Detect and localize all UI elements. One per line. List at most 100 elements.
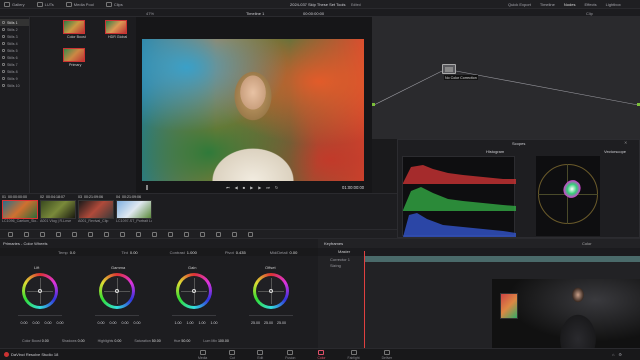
blur-icon[interactable] [200, 232, 205, 237]
color-wheel-offset[interactable] [253, 273, 289, 309]
video-frame[interactable] [142, 39, 364, 181]
stills-album-item[interactable]: Stills 6 [0, 54, 29, 61]
gallery-button[interactable]: Gallery [4, 1, 25, 7]
tint-value[interactable]: 0.00 [130, 250, 138, 255]
color-warper-icon[interactable] [120, 232, 125, 237]
zoom-dropdown[interactable]: 47% [146, 11, 154, 16]
middetail-value[interactable]: 0.00 [290, 250, 298, 255]
key-icon[interactable] [216, 232, 221, 237]
still-thumb[interactable] [63, 20, 85, 34]
stills-album-item[interactable]: Stills 5 [0, 47, 29, 54]
wheel-value[interactable]: 0.00 [44, 321, 52, 325]
clip-thumbnail[interactable]: 04 00:21:09:06 LC1097-ST_Portrait Lum [116, 195, 152, 229]
adjustment-param[interactable]: Saturation 50.00 [134, 339, 160, 343]
wheel-value[interactable]: 0.00 [109, 321, 117, 325]
nav-edit[interactable]: Edit [257, 350, 264, 360]
quick-export-button[interactable]: Quick Export [508, 2, 531, 7]
temp-value[interactable]: 0.0 [70, 250, 76, 255]
wheel-value[interactable]: 0.00 [121, 321, 129, 325]
3d-icon[interactable] [248, 232, 253, 237]
pivot-value[interactable]: 0.435 [236, 250, 246, 255]
master-wheel-slider[interactable] [95, 315, 139, 316]
nav-fusion[interactable]: Fusion [285, 350, 295, 360]
stills-album-item[interactable]: Stills 4 [0, 40, 29, 47]
first-frame-icon[interactable]: ⏮ [226, 185, 230, 190]
prev-frame-icon[interactable]: ◀ [235, 185, 238, 190]
adjustment-param[interactable]: Hue 50.00 [174, 339, 191, 343]
playhead[interactable] [364, 251, 365, 349]
wheel-value[interactable]: 0.00 [97, 321, 105, 325]
stills-album-item[interactable]: Stills 9 [0, 75, 29, 82]
adjustment-param[interactable]: Lum Mix 100.00 [203, 339, 229, 343]
wheel-handle[interactable] [115, 289, 119, 293]
qualifier-icon[interactable] [136, 232, 141, 237]
effects-button[interactable]: Effects [584, 2, 596, 7]
clip-thumbnail[interactable]: 02 00:04:18:07 A001 Vlog | R-Lnse [40, 195, 76, 229]
wheel-value[interactable]: 25.00 [264, 321, 273, 325]
stop-icon[interactable]: ■ [243, 185, 245, 190]
wheel-value[interactable]: 0.00 [56, 321, 64, 325]
master-wheel-slider[interactable] [249, 315, 293, 316]
wheel-value[interactable]: 0.00 [133, 321, 141, 325]
home-icon[interactable]: ⌂ [612, 352, 614, 357]
color-wheels-icon[interactable] [40, 232, 45, 237]
contrast-value[interactable]: 1.000 [187, 250, 197, 255]
camera-raw-icon[interactable] [8, 232, 13, 237]
loop-icon[interactable]: ↻ [275, 185, 278, 190]
keyframe-track[interactable] [364, 256, 640, 262]
last-frame-icon[interactable]: ⏭ [266, 185, 270, 190]
pen-icon[interactable] [146, 185, 148, 190]
wheel-handle[interactable] [38, 289, 42, 293]
stills-album-item[interactable]: Stills 2 [0, 26, 29, 33]
still-thumb[interactable] [63, 48, 85, 62]
motion-effects-icon[interactable] [88, 232, 93, 237]
clips-button[interactable]: Clips [105, 1, 123, 7]
wheel-value[interactable]: 1.00 [186, 321, 194, 325]
close-icon[interactable]: ✕ [624, 140, 627, 145]
master-wheel-slider[interactable] [18, 315, 62, 316]
wheel-value[interactable]: 1.00 [198, 321, 206, 325]
wheel-value[interactable]: 25.00 [251, 321, 260, 325]
timeline-button[interactable]: Timeline [540, 2, 555, 7]
curves-icon[interactable] [104, 232, 109, 237]
clip-thumbnail[interactable]: 01 00:00:00:00 LC1096_Caelum_Slo... [2, 195, 38, 229]
mode-dropdown[interactable]: Color [582, 241, 592, 246]
rgb-mixer-icon[interactable] [72, 232, 77, 237]
color-wheel-lift[interactable] [22, 273, 58, 309]
still-thumb[interactable] [105, 20, 127, 34]
play-icon[interactable]: ▶ [250, 185, 253, 190]
nav-color[interactable]: Color [317, 350, 326, 360]
next-frame-icon[interactable]: ▶ [258, 185, 261, 190]
wheel-value[interactable]: 0.00 [32, 321, 40, 325]
master-wheel-slider[interactable] [172, 315, 216, 316]
stills-album-item[interactable]: Stills 7 [0, 61, 29, 68]
stills-album-item[interactable]: Stills 8 [0, 68, 29, 75]
stills-album-item[interactable]: Stills 1 [0, 19, 29, 26]
magic-mask-icon[interactable] [184, 232, 189, 237]
adjustment-param[interactable]: Highlights 0.00 [98, 339, 122, 343]
adjustment-param[interactable]: Shadows 0.00 [62, 339, 85, 343]
tracker-icon[interactable] [168, 232, 173, 237]
hdr-icon[interactable] [56, 232, 61, 237]
timeline-name[interactable]: Timeline 1 [246, 11, 264, 16]
clip-thumbnail[interactable]: 03 00:21:09:06 A001_Revival_Clip [78, 195, 114, 229]
stills-album-item[interactable]: Stills 3 [0, 33, 29, 40]
wheel-handle[interactable] [192, 289, 196, 293]
nav-cut[interactable]: Cut [229, 350, 236, 360]
color-match-icon[interactable] [24, 232, 29, 237]
nav-fairlight[interactable]: Fairlight [348, 350, 360, 360]
stills-album-item[interactable]: Stills 10 [0, 82, 29, 89]
wheel-value[interactable]: 1.00 [174, 321, 182, 325]
color-wheel-gain[interactable] [176, 273, 212, 309]
adjustment-param[interactable]: Color Boost 0.00 [22, 339, 49, 343]
clip-dropdown[interactable]: Clip [586, 11, 593, 16]
nav-media[interactable]: Media [198, 350, 207, 360]
wheel-value[interactable]: 0.00 [20, 321, 28, 325]
sizing-icon[interactable] [232, 232, 237, 237]
luts-button[interactable]: LUTs [36, 1, 54, 7]
nav-deliver[interactable]: Deliver [382, 350, 392, 360]
corrector-node[interactable] [442, 64, 456, 74]
wheel-handle[interactable] [269, 289, 273, 293]
settings-icon[interactable]: ⚙ [618, 352, 622, 357]
media-pool-button[interactable]: Media Pool [65, 1, 94, 7]
